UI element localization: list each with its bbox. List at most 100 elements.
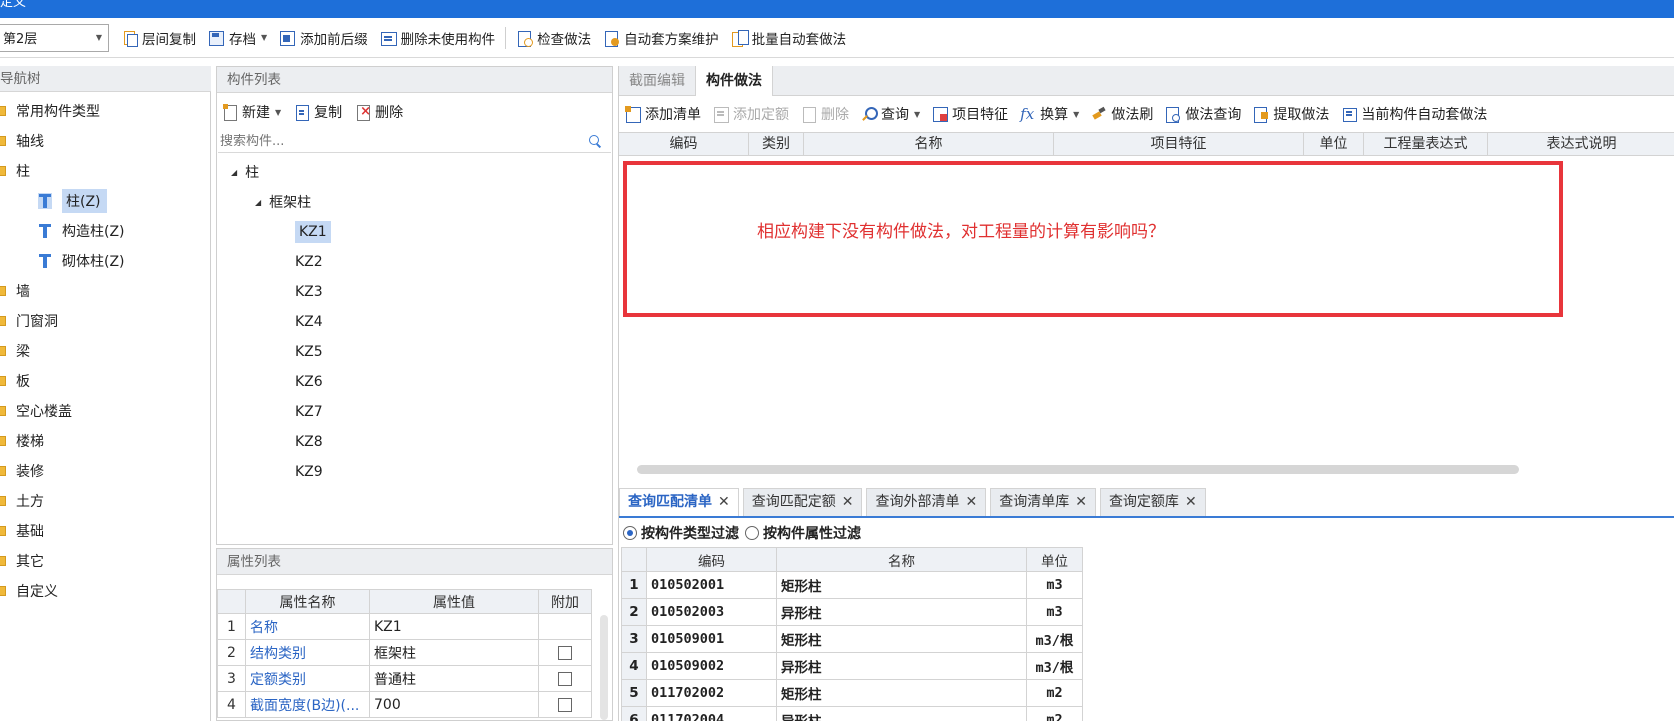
tree-leaf-kz6[interactable]: KZ6 <box>217 367 612 397</box>
tab-quota-library[interactable]: 查询定额库 ✕ <box>1099 488 1206 516</box>
auto-scheme-button[interactable]: 自动套方案维护 <box>597 24 725 52</box>
floor-select[interactable]: 第2层 ▼ <box>0 23 109 52</box>
method-horizontal-scrollbar[interactable] <box>637 465 1519 474</box>
table-row[interactable]: 4 截面宽度(B边)(... 700 <box>217 691 592 718</box>
close-icon[interactable]: ✕ <box>1185 494 1197 510</box>
table-row[interactable]: 3 定额类别 普通柱 <box>217 665 592 692</box>
save-archive-button[interactable]: 存档 ▼ <box>202 24 273 52</box>
nav-item-beam[interactable]: 梁 <box>0 336 210 366</box>
item-feature-button[interactable]: 项目特征 <box>932 104 1008 124</box>
table-row[interactable]: 1 010502001 矩形柱 m3 <box>621 571 1083 599</box>
chevron-down-icon[interactable]: ▼ <box>1073 110 1079 119</box>
delete-unused-button[interactable]: 删除未使用构件 <box>374 24 502 52</box>
tab-match-list[interactable]: 查询匹配清单 ✕ <box>619 488 739 516</box>
window-title: 定义 <box>0 0 27 10</box>
attach-checkbox[interactable] <box>558 697 572 712</box>
copy-floor-button[interactable]: 层间复制 <box>115 24 202 52</box>
tree-leaf-kz5[interactable]: KZ5 <box>217 337 612 367</box>
copy-icon <box>295 104 310 121</box>
nav-sub-structural-column[interactable]: 构造柱(Z) <box>0 216 210 246</box>
nav-item-custom[interactable]: 自定义 <box>0 576 210 606</box>
batch-auto-button[interactable]: 批量自动套做法 <box>725 24 853 52</box>
tab-list-library[interactable]: 查询清单库 ✕ <box>990 488 1096 516</box>
attach-checkbox[interactable] <box>558 645 572 660</box>
close-icon[interactable]: ✕ <box>718 494 730 510</box>
table-row[interactable]: 3 010509001 矩形柱 m3/根 <box>621 625 1083 653</box>
nav-item-decoration[interactable]: 装修 <box>0 456 210 486</box>
filter-by-attribute-radio[interactable]: 按构件属性过滤 <box>745 523 861 543</box>
add-quota-icon <box>713 106 729 123</box>
add-list-button[interactable]: 添加清单 <box>625 104 701 124</box>
close-icon[interactable]: ✕ <box>1075 494 1087 510</box>
method-brush-button[interactable]: 做法刷 <box>1091 104 1153 124</box>
chevron-down-icon: ▼ <box>95 33 102 42</box>
nav-sub-masonry-column[interactable]: 砌体柱(Z) <box>0 246 210 276</box>
property-value-cell[interactable]: 普通柱 <box>369 665 539 692</box>
component-search-input[interactable] <box>220 134 580 149</box>
expand-triangle-icon[interactable]: ◢ <box>255 198 261 207</box>
nav-item-stairs[interactable]: 楼梯 <box>0 426 210 456</box>
nav-sub-column-z[interactable]: 柱(Z) <box>0 186 210 216</box>
close-icon[interactable]: ✕ <box>842 494 854 510</box>
add-quota-button[interactable]: 添加定额 <box>713 104 789 124</box>
nav-item-column[interactable]: 柱 <box>0 156 210 186</box>
chevron-down-icon[interactable]: ▼ <box>914 110 920 119</box>
nav-item-openings[interactable]: 门窗洞 <box>0 306 210 336</box>
tree-leaf-kz7[interactable]: KZ7 <box>217 397 612 427</box>
table-row[interactable]: 6 011702004 异形柱 m2 <box>621 706 1083 721</box>
nav-item-foundation[interactable]: 基础 <box>0 516 210 546</box>
new-component-button[interactable]: 新建 ▼ <box>223 102 281 122</box>
tree-node-frame-column[interactable]: ◢ 框架柱 <box>217 187 612 217</box>
add-prefix-suffix-button[interactable]: 添加前后缀 <box>273 24 374 52</box>
property-value-cell[interactable]: 框架柱 <box>369 639 539 666</box>
tab-external-list[interactable]: 查询外部清单 ✕ <box>866 488 987 516</box>
nav-item-axis[interactable]: 轴线 <box>0 126 210 156</box>
extract-method-button[interactable]: 提取做法 <box>1253 104 1329 124</box>
tab-section-edit[interactable]: 截面编辑 <box>619 66 695 96</box>
component-list-panel: 构件列表 新建▼ 复制 删除 ◢柱 ◢框架柱 KZ1 KZ2 KZ3 KZ4 K… <box>216 66 613 545</box>
nav-item-wall[interactable]: 墙 <box>0 276 210 306</box>
tree-node-column[interactable]: ◢ 柱 <box>217 157 612 187</box>
property-scrollbar[interactable] <box>600 615 608 720</box>
attach-checkbox[interactable] <box>558 671 572 686</box>
nav-item-slab[interactable]: 板 <box>0 366 210 396</box>
delete-method-button[interactable]: 删除 <box>801 104 849 124</box>
filter-by-type-radio[interactable]: 按构件类型过滤 <box>623 523 739 543</box>
chevron-down-icon[interactable]: ▼ <box>275 108 281 117</box>
table-row[interactable]: 2 010502003 异形柱 m3 <box>621 598 1083 626</box>
method-query-button[interactable]: 做法查询 <box>1165 104 1241 124</box>
copy-component-button[interactable]: 复制 <box>295 102 342 122</box>
convert-button[interactable]: fx 换算 ▼ <box>1020 104 1079 124</box>
auto-apply-current-button[interactable]: 当前构件自动套做法 <box>1341 104 1487 124</box>
chevron-down-icon[interactable]: ▼ <box>261 33 267 42</box>
tree-leaf-kz3[interactable]: KZ3 <box>217 277 612 307</box>
nav-item-earthwork[interactable]: 土方 <box>0 486 210 516</box>
table-row[interactable]: 1 名称 KZ1 <box>217 613 592 640</box>
search-icon[interactable] <box>589 135 601 147</box>
property-value-cell[interactable]: 700 <box>369 691 539 718</box>
table-row[interactable]: 5 011702002 矩形柱 m2 <box>621 679 1083 707</box>
tree-leaf-kz9[interactable]: KZ9 <box>217 457 612 487</box>
nav-item-hollow-floor[interactable]: 空心楼盖 <box>0 396 210 426</box>
folder-icon <box>0 496 6 506</box>
property-value-cell[interactable]: KZ1 <box>369 613 539 640</box>
tree-leaf-kz4[interactable]: KZ4 <box>217 307 612 337</box>
table-row[interactable]: 4 010509002 异形柱 m3/根 <box>621 652 1083 680</box>
expand-triangle-icon[interactable]: ◢ <box>231 168 237 177</box>
delete-component-button[interactable]: 删除 <box>356 102 403 122</box>
tree-leaf-kz1[interactable]: KZ1 <box>217 217 612 247</box>
query-button[interactable]: 查询 ▼ <box>861 104 920 124</box>
check-icon <box>516 30 534 47</box>
tree-leaf-kz2[interactable]: KZ2 <box>217 247 612 277</box>
nav-item-common[interactable]: 常用构件类型 <box>0 96 210 126</box>
nav-item-other[interactable]: 其它 <box>0 546 210 576</box>
tab-component-method[interactable]: 构件做法 <box>695 66 773 96</box>
tab-match-quota[interactable]: 查询匹配定额 ✕ <box>742 488 863 516</box>
copy-icon <box>121 30 138 47</box>
folder-icon <box>0 346 6 356</box>
table-row[interactable]: 2 结构类别 框架柱 <box>217 639 592 666</box>
tree-leaf-kz8[interactable]: KZ8 <box>217 427 612 457</box>
check-method-button[interactable]: 检查做法 <box>510 24 597 52</box>
close-icon[interactable]: ✕ <box>965 494 977 510</box>
radio-selected-icon <box>623 526 637 540</box>
